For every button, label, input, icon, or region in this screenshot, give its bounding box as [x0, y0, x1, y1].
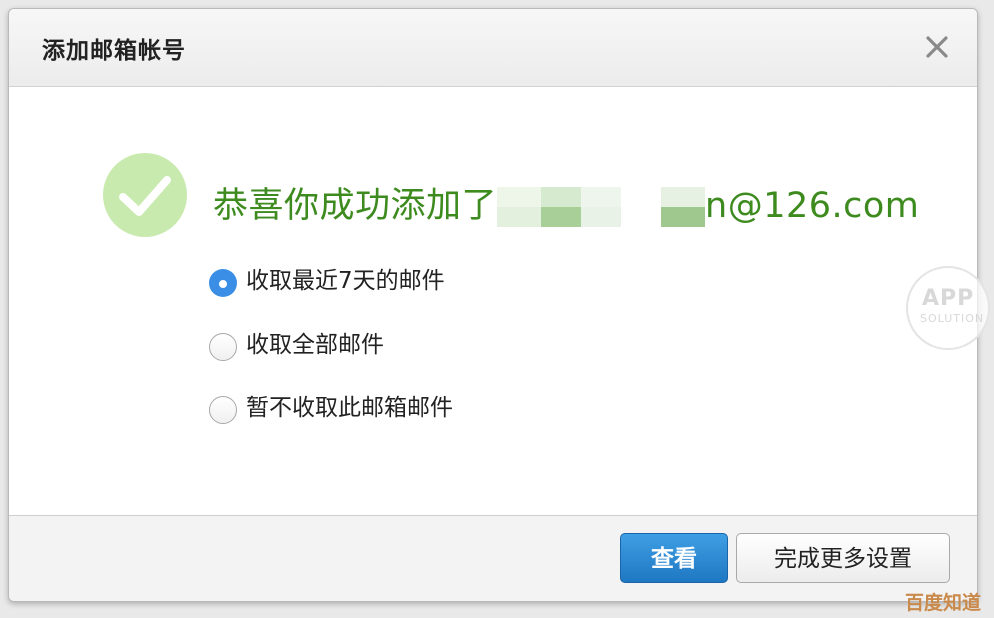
success-message: 恭喜你成功添加了 n@126.com — [213, 177, 919, 228]
dialog-header: 添加邮箱帐号 — [9, 9, 977, 87]
more-settings-button[interactable]: 完成更多设置 — [736, 533, 950, 583]
watermark-subtext: SOLUTION — [920, 312, 985, 325]
dialog-footer: 查看 完成更多设置 — [9, 515, 977, 601]
app-solution-watermark: APP SOLUTION — [906, 266, 990, 350]
masked-email-username — [497, 187, 706, 227]
option-label: 收取全部邮件 — [246, 332, 384, 358]
radio-button-checked[interactable] — [209, 269, 237, 297]
dialog-title: 添加邮箱帐号 — [42, 38, 186, 64]
add-mailbox-dialog: 添加邮箱帐号 恭喜你成功添加了 n@126.com 收取最近7天的邮件 收取全部… — [8, 8, 978, 602]
checkmark-circle-icon — [103, 153, 187, 237]
success-message-prefix: 恭喜你成功添加了 — [213, 186, 498, 226]
view-button[interactable]: 查看 — [620, 533, 728, 583]
option-label: 暂不收取此邮箱邮件 — [246, 395, 453, 421]
radio-button[interactable] — [209, 333, 237, 361]
close-icon[interactable] — [925, 35, 949, 59]
radio-button[interactable] — [209, 396, 237, 424]
dialog-body: 恭喜你成功添加了 n@126.com 收取最近7天的邮件 收取全部邮件 暂不收取… — [9, 87, 977, 515]
success-message-suffix: n@126.com — [705, 186, 920, 226]
option-label: 收取最近7天的邮件 — [246, 268, 445, 294]
watermark-text: APP — [922, 286, 975, 311]
baidu-zhidao-watermark: 百度知道 — [905, 592, 982, 614]
